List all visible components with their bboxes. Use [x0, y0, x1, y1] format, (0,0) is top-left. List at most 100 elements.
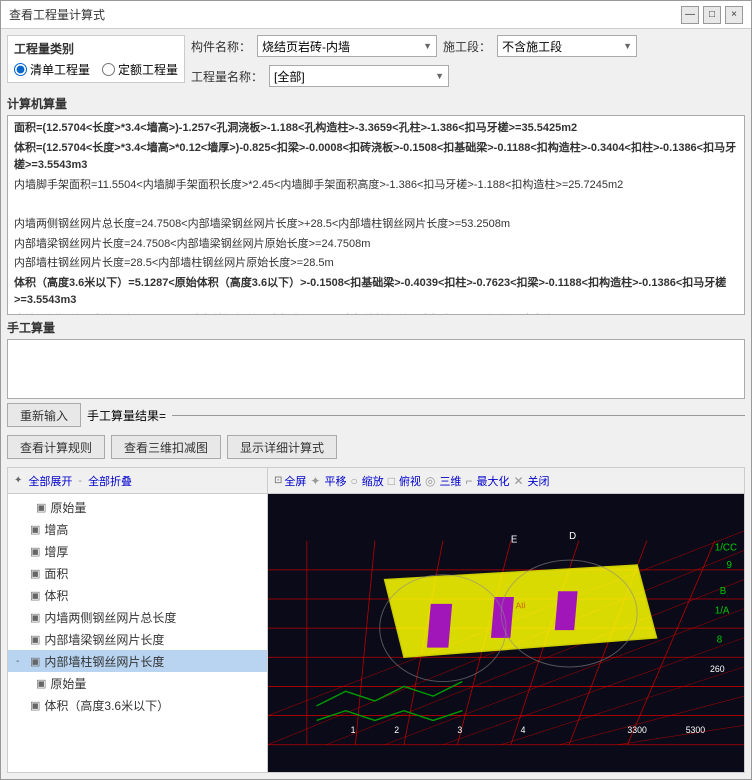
expand-icon: ✦	[14, 475, 22, 486]
bottom-section: ✦ 全部展开 - 全部折叠 ▣ 原始量 ▣ 增高	[7, 467, 745, 773]
radio-qingdan[interactable]: 清单工程量	[14, 61, 90, 78]
tree-item-zenghou[interactable]: ▣ 增厚	[8, 540, 267, 562]
show-detail-button[interactable]: 显示详细计算式	[227, 435, 337, 459]
tree-label-gangsi-zhu-yuanshi: 原始量	[50, 675, 86, 692]
view-rules-button[interactable]: 查看计算规则	[7, 435, 105, 459]
tree-icon-zenghou: ▣	[30, 545, 40, 558]
three-d-button[interactable]: 三维	[439, 473, 461, 489]
minimize-button[interactable]: —	[681, 6, 699, 24]
component-name-value: 烧结页岩砖-内墙	[262, 38, 350, 55]
tree-label-gangsi-total: 内墙两侧钢丝网片总长度	[44, 609, 176, 626]
svg-text:1: 1	[351, 725, 356, 735]
machine-calc-title: 计算机算量	[7, 95, 745, 112]
maximize-button[interactable]: □	[703, 6, 721, 24]
expand-gangsi-zhu: -	[16, 656, 26, 667]
manual-action-row: 重新输入 手工算量结果=	[7, 403, 745, 427]
maximize-button[interactable]: 最大化	[476, 473, 509, 489]
formula-box[interactable]: 面积=(12.5704<长度>*3.4<墙高>)-1.257<孔洞浇板>-1.1…	[7, 115, 745, 315]
tree-item-tiji-36[interactable]: ▣ 体积（高度3.6米以下）	[8, 694, 267, 716]
tree-icon-tiji-36: ▣	[30, 699, 40, 712]
viewport-toolbar: ⊡ 全屏 ✦ 平移 ○ 缩放 □ 俯视 ◎ 三维 ⌐ 最大化 ✕ 关闭	[268, 468, 744, 494]
manual-result-label: 手工算量结果=	[87, 407, 166, 424]
svg-text:2: 2	[394, 725, 399, 735]
tree-icon-mianji: ▣	[30, 567, 40, 580]
window-title: 查看工程量计算式	[9, 6, 105, 23]
formula-line-1: 体积=(12.5704<长度>*3.4<墙高>*0.12<墙厚>)-0.825<…	[14, 140, 738, 175]
tree-item-gangsi-liang[interactable]: ▣ 内部墙梁钢丝网片长度	[8, 628, 267, 650]
formula-line-6: 内部墙柱钢丝网片长度=28.5<内部墙柱钢丝网片原始长度>=28.5m	[14, 255, 738, 273]
formula-line-7: 体积（高度3.6米以下）=5.1287<原始体积（高度3.6以下）>-0.150…	[14, 275, 738, 310]
tree-label-yuanshi: 原始量	[50, 499, 86, 516]
formula-line-0: 面积=(12.5704<长度>*3.4<墙高>)-1.257<孔洞浇板>-1.1…	[14, 120, 738, 138]
component-name-dropdown[interactable]: 烧结页岩砖-内墙 ▼	[257, 35, 437, 57]
svg-text:8: 8	[717, 635, 722, 646]
component-name-label: 构件名称：	[191, 38, 251, 55]
tree-label-tiji: 体积	[44, 587, 68, 604]
quantity-arrow: ▼	[435, 71, 444, 81]
tree-item-gangsi-total[interactable]: ▣ 内墙两侧钢丝网片总长度	[8, 606, 267, 628]
tree-label-zenggao: 增高	[44, 521, 68, 538]
tree-icon-gangsi-zhu: ▣	[30, 655, 40, 668]
svg-text:1/A: 1/A	[715, 606, 730, 617]
tree-item-zenggao[interactable]: ▣ 增高	[8, 518, 267, 540]
fullscreen-button[interactable]: 全屏	[284, 473, 306, 489]
formula-line-2: 内墙脚手架面积=11.5504<内墙脚手架面积长度>*2.45<内墙脚手架面积高…	[14, 177, 738, 195]
tree-label-gangsi-zhu: 内部墙柱钢丝网片长度	[44, 653, 164, 670]
viewport-close-button[interactable]: 关闭	[528, 473, 550, 489]
manual-input-box[interactable]	[7, 339, 745, 399]
svg-text:E: E	[511, 535, 518, 546]
tree-item-yuanshi[interactable]: ▣ 原始量	[8, 496, 267, 518]
svg-text:1/CC: 1/CC	[715, 542, 737, 553]
manual-calc-section: 手工算量 重新输入 手工算量结果=	[7, 319, 745, 431]
svg-text:B: B	[720, 586, 726, 597]
collapse-all-button[interactable]: 全部折叠	[88, 473, 132, 489]
pan-button[interactable]: 平移	[324, 473, 346, 489]
tree-label-gangsi-liang: 内部墙梁钢丝网片长度	[44, 631, 164, 648]
engineering-type-radios: 清单工程量 定额工程量	[14, 61, 178, 78]
tree-icon-gangsi-liang: ▣	[30, 633, 40, 646]
quantity-dropdown[interactable]: [全部] ▼	[269, 65, 449, 87]
title-bar-buttons: — □ ×	[681, 6, 743, 24]
title-bar: 查看工程量计算式 — □ ×	[1, 1, 751, 29]
stage-value: 不含施工段	[502, 38, 562, 55]
svg-text:Ati: Ati	[515, 600, 526, 611]
stage-arrow: ▼	[623, 41, 632, 51]
radio-dinge-label: 定额工程量	[118, 61, 178, 78]
stage-label: 施工段：	[443, 38, 491, 55]
engineering-type-label: 工程量类别	[14, 40, 178, 57]
radio-qingdan-label: 清单工程量	[30, 61, 90, 78]
tree-label-zenghou: 增厚	[44, 543, 68, 560]
tree-content[interactable]: ▣ 原始量 ▣ 增高 ▣ 增厚	[8, 494, 267, 772]
zoom-button[interactable]: 缩放	[362, 473, 384, 489]
expand-all-button[interactable]: 全部展开	[28, 473, 72, 489]
radio-dinge[interactable]: 定额工程量	[102, 61, 178, 78]
stage-dropdown[interactable]: 不含施工段 ▼	[497, 35, 637, 57]
svg-text:3300: 3300	[627, 725, 647, 735]
viewport-canvas[interactable]: 1/CC 9 B 1/A 8 260 1 2 3 4 3300 5300	[268, 494, 744, 772]
view-3d-button[interactable]: 查看三维扣减图	[111, 435, 221, 459]
svg-text:260: 260	[710, 664, 725, 674]
quantity-name-label: 工程量名称：	[191, 68, 263, 85]
tree-item-gangsi-zhu[interactable]: - ▣ 内部墙柱钢丝网片长度	[8, 650, 267, 672]
svg-text:5300: 5300	[686, 725, 706, 735]
tree-item-tiji[interactable]: ▣ 体积	[8, 584, 267, 606]
tree-item-mianji[interactable]: ▣ 面积	[8, 562, 267, 584]
svg-text:4: 4	[521, 725, 526, 735]
main-content: 工程量类别 清单工程量 定额工程量 构件名称：	[1, 29, 751, 779]
re-enter-button[interactable]: 重新输入	[7, 403, 81, 427]
tree-icon-tiji: ▣	[30, 589, 40, 602]
quantity-name-row: 工程量名称： [全部] ▼	[191, 65, 745, 87]
manual-result-line	[172, 415, 745, 416]
tree-icon-gangsi-total: ▣	[30, 611, 40, 624]
main-window: 查看工程量计算式 — □ × 工程量类别 清单工程量 定额工程量	[0, 0, 752, 780]
tree-toolbar: ✦ 全部展开 - 全部折叠	[8, 468, 267, 494]
viewport-fullscreen-icon: ⊡	[274, 475, 282, 486]
tree-label-mianji: 面积	[44, 565, 68, 582]
3d-view-svg: 1/CC 9 B 1/A 8 260 1 2 3 4 3300 5300	[268, 494, 744, 772]
perspective-button[interactable]: 俯视	[399, 473, 421, 489]
action-buttons-row: 查看计算规则 查看三维扣减图 显示详细计算式	[7, 435, 745, 459]
tree-item-gangsi-zhu-yuanshi[interactable]: ▣ 原始量	[8, 672, 267, 694]
close-button[interactable]: ×	[725, 6, 743, 24]
component-info: 构件名称： 烧结页岩砖-内墙 ▼ 施工段： 不含施工段 ▼ 工程量名称： [全部…	[191, 35, 745, 91]
svg-text:3: 3	[457, 725, 462, 735]
